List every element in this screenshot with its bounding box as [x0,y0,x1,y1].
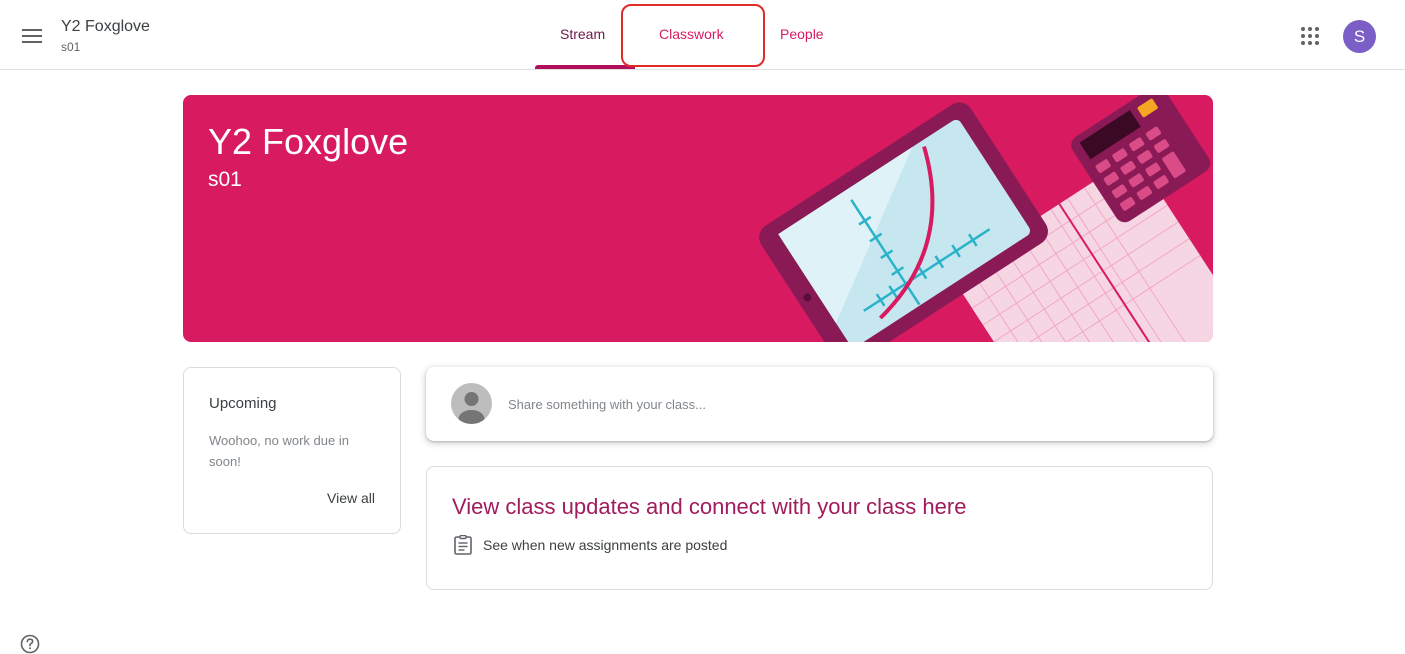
apps-grid-icon [1301,27,1319,45]
class-banner: Y2 Foxglove s01 [183,95,1213,342]
upcoming-title: Upcoming [209,395,277,412]
share-placeholder: Share something with your class... [508,397,706,412]
tab-people[interactable]: People [780,26,824,42]
active-tab-indicator [535,65,635,69]
help-icon [20,634,40,654]
main-menu-button[interactable] [18,22,46,50]
class-title-link[interactable]: Y2 Foxglove [61,18,150,36]
upcoming-card: Upcoming Woohoo, no work due in soon! Vi… [183,367,401,534]
menu-icon [22,29,42,43]
tab-stream[interactable]: Stream [560,26,605,42]
account-avatar[interactable]: S [1343,20,1376,53]
assignment-icon [454,535,472,555]
view-all-link[interactable]: View all [327,490,375,506]
google-apps-button[interactable] [1298,24,1322,48]
classwork-highlight-annotation [621,4,765,67]
updates-info-row: See when new assignments are posted [454,535,727,555]
help-button[interactable] [20,634,40,654]
default-user-icon [458,392,485,424]
share-post-box[interactable]: Share something with your class... [426,367,1213,441]
updates-title: View class updates and connect with your… [452,494,967,519]
top-app-bar: Y2 Foxglove s01 Stream Classwork People … [0,0,1405,70]
user-avatar [451,383,492,424]
banner-class-section: s01 [208,168,242,191]
class-updates-card: View class updates and connect with your… [426,466,1213,590]
updates-info-text: See when new assignments are posted [483,537,728,553]
banner-class-title: Y2 Foxglove [208,121,409,162]
upcoming-message: Woohoo, no work due in soon! [209,433,349,469]
class-section: s01 [61,40,81,54]
